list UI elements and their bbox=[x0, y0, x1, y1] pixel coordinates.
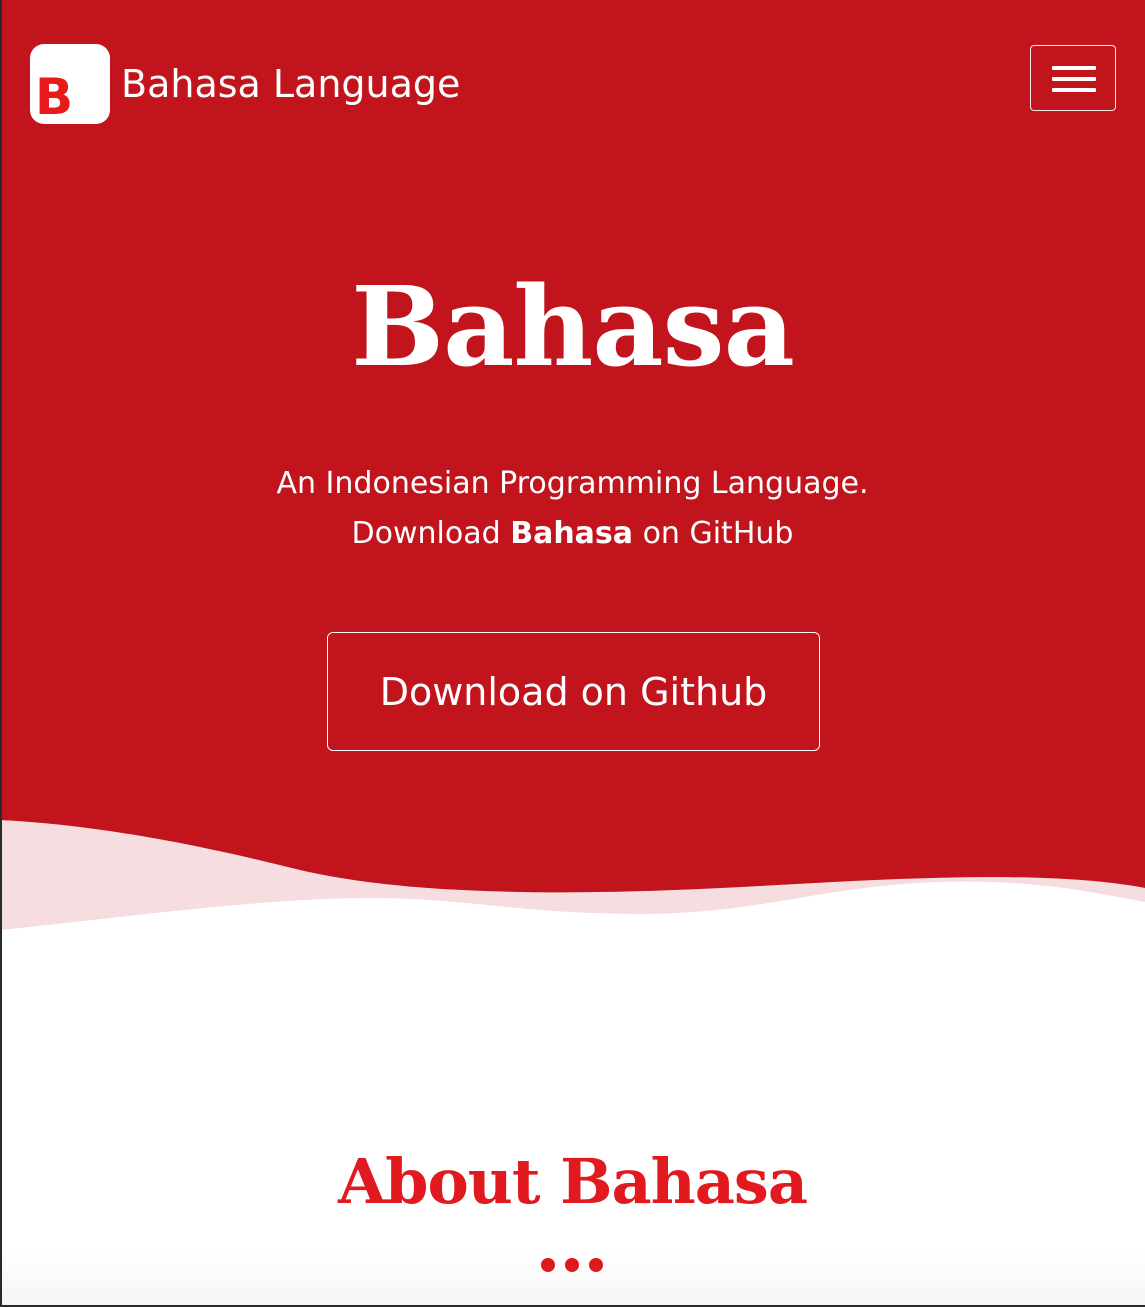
logo-letter: B bbox=[35, 68, 74, 124]
brand-name: Bahasa Language bbox=[121, 62, 461, 106]
hamburger-menu-icon bbox=[1052, 66, 1096, 92]
hero-section: B Bahasa Language Bahasa An Indonesian P… bbox=[0, 0, 1145, 960]
hamburger-bar bbox=[1052, 66, 1096, 70]
menu-toggle-button[interactable] bbox=[1030, 45, 1116, 111]
subtitle-prefix: Download bbox=[351, 516, 511, 551]
page: B Bahasa Language Bahasa An Indonesian P… bbox=[0, 0, 1145, 1307]
section-divider-dots bbox=[541, 1258, 603, 1272]
about-title: About Bahasa bbox=[337, 1145, 808, 1218]
hero-subtitle: An Indonesian Programming Language. Down… bbox=[0, 459, 1145, 559]
download-github-button[interactable]: Download on Github bbox=[327, 632, 820, 751]
subtitle-bold-name: Bahasa bbox=[510, 516, 634, 551]
bahasa-logo-icon: B bbox=[30, 44, 110, 124]
divider-dot bbox=[589, 1258, 603, 1272]
subtitle-suffix: on GitHub bbox=[633, 516, 794, 551]
navbar: B Bahasa Language bbox=[0, 0, 1145, 130]
brand-link[interactable]: B Bahasa Language bbox=[30, 44, 460, 124]
hero-title: Bahasa bbox=[351, 262, 795, 391]
hamburger-bar bbox=[1052, 77, 1096, 81]
hero-subtitle-line-2: Download Bahasa on GitHub bbox=[0, 509, 1145, 559]
hero-subtitle-line-1: An Indonesian Programming Language. bbox=[276, 466, 869, 501]
divider-dot bbox=[541, 1258, 555, 1272]
hero-wave-divider bbox=[0, 820, 1145, 960]
divider-dot bbox=[565, 1258, 579, 1272]
hamburger-bar bbox=[1052, 88, 1096, 92]
